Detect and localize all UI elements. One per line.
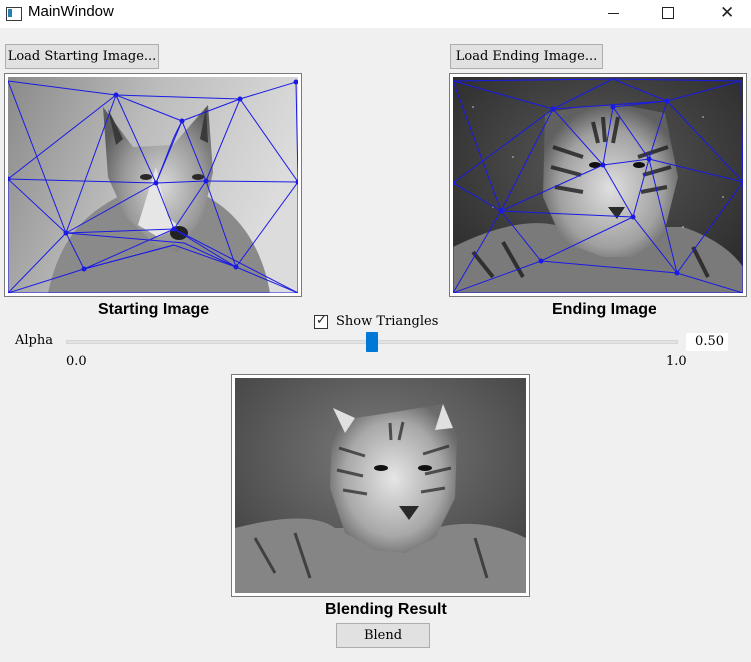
- ending-image-view[interactable]: [449, 73, 747, 297]
- starting-image: [8, 77, 298, 293]
- ending-image-label: Ending Image: [552, 301, 656, 318]
- maximize-button[interactable]: [645, 0, 691, 28]
- starting-image-label: Starting Image: [98, 301, 210, 318]
- slider-min-label: 0.0: [66, 354, 87, 369]
- ending-image: [453, 77, 743, 293]
- blending-result-label: Blending Result: [325, 601, 447, 618]
- blending-result-view[interactable]: [231, 374, 530, 597]
- load-ending-image-button[interactable]: Load Ending Image...: [450, 44, 603, 69]
- load-starting-image-button[interactable]: Load Starting Image...: [5, 44, 159, 69]
- maximize-icon: [662, 7, 674, 19]
- alpha-slider-handle[interactable]: [366, 332, 378, 352]
- alpha-label: Alpha: [15, 333, 53, 348]
- starting-image-view[interactable]: [4, 73, 302, 297]
- checkmark-icon: ✓: [316, 313, 327, 328]
- minimize-icon: [608, 13, 619, 14]
- blend-button[interactable]: Blend: [336, 623, 430, 648]
- show-triangles-label: Show Triangles: [336, 314, 439, 329]
- app-window-icon: [6, 7, 22, 21]
- blending-result-image: [235, 378, 526, 593]
- title-bar: MainWindow ✕: [0, 0, 751, 28]
- window-title: MainWindow: [28, 3, 114, 20]
- checkbox-box[interactable]: ✓: [314, 313, 328, 329]
- alpha-value-display: 0.50: [686, 333, 728, 351]
- close-button[interactable]: ✕: [705, 0, 751, 28]
- minimize-button[interactable]: [591, 0, 637, 28]
- close-icon: ✕: [720, 3, 735, 23]
- slider-max-label: 1.0: [666, 354, 687, 369]
